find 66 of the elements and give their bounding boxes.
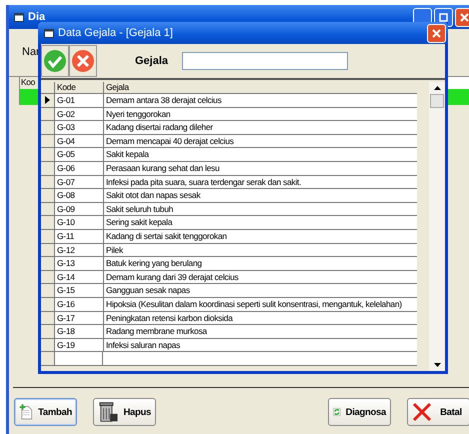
table-row[interactable]	[41, 352, 417, 366]
window-icon	[44, 28, 54, 38]
table-cell: Sakit otot dan napas sesak	[104, 189, 417, 202]
cancel-button[interactable]: Batal	[407, 398, 469, 426]
diagnose-button[interactable]: Diagnosa	[328, 398, 391, 426]
table-cell: G-03	[55, 121, 104, 134]
trash-icon	[98, 400, 118, 424]
close-button[interactable]	[455, 8, 469, 26]
table-cell: G-13	[55, 257, 104, 270]
table-cell: G-19	[55, 338, 104, 352]
table-cell: G-08	[55, 189, 104, 202]
cross-icon	[412, 402, 432, 422]
table-cell: Infeksi pada pita suara, suara terdengar serak dan sakit.	[104, 176, 417, 188]
scroll-thumb[interactable]	[430, 94, 444, 108]
table-cell: G-12	[55, 244, 104, 256]
scroll-down-icon	[434, 363, 440, 367]
table-cell: Perasaan kurang sehat dan lesu	[104, 162, 417, 175]
table-cell: Peningkatan retensi karbon dioksida	[104, 312, 417, 324]
table-cell: Kadang di sertai sakit tenggorokan	[104, 230, 417, 243]
table-cell: Radang membrane murkosa	[104, 325, 417, 338]
table-cell: Gangguan sesak napas	[104, 284, 417, 297]
table-cell: Demam antara 38 derajat celcius	[104, 94, 417, 107]
table-cell: Sakit kepala	[104, 148, 417, 161]
name-label: Nar	[22, 46, 41, 58]
table-cell: G-18	[55, 325, 104, 338]
table-cell: G-16	[55, 298, 104, 310]
add-button[interactable]: Tambah	[14, 398, 77, 426]
table-cell: G-04	[55, 134, 104, 148]
table-cell: G-15	[55, 284, 104, 297]
table-cell: Nyeri tenggorokan	[104, 108, 417, 120]
column-header: Kode	[55, 82, 104, 93]
table-cell: G-09	[55, 202, 104, 216]
table-cell: Hipoksia (Kesulitan dalam koordinasi seperti sulit konsentrasi, mengantuk, kelelahan)	[104, 298, 417, 310]
close-icon	[432, 28, 441, 38]
table-cell: G-06	[55, 162, 104, 175]
table-cell: G-10	[55, 216, 104, 229]
table-cell: Pilek	[104, 244, 417, 256]
table-cell: Demam mencapai 40 derajat celcius	[104, 134, 417, 148]
scrollbar[interactable]	[429, 82, 445, 371]
input-field[interactable]	[182, 52, 348, 70]
table-cell: Demam kurang dari 39 derajat celcius	[104, 270, 417, 284]
table-cell: G-11	[55, 230, 104, 243]
table-cell: Infeksi saluran napas	[104, 338, 417, 352]
table-cell: G-02	[55, 108, 104, 120]
window-title: Dia	[28, 11, 46, 23]
table-cell: Sakit seluruh tubuh	[104, 202, 417, 216]
table-cell: Batuk kering yang berulang	[104, 257, 417, 270]
table-cell: Kadang disertai radang dileher	[104, 121, 417, 134]
table-cell: G-07	[55, 176, 104, 188]
cancel-button[interactable]	[69, 45, 97, 77]
close-button[interactable]	[427, 24, 446, 42]
window-icon	[14, 12, 24, 22]
table-cell: G-05	[55, 148, 104, 161]
close-icon	[460, 12, 469, 22]
table-cell: G-14	[55, 270, 104, 284]
table-cell: Sering sakit kepala	[104, 216, 417, 229]
dialog-title: Data Gejala - [Gejala 1]	[58, 27, 173, 39]
check-icon	[43, 49, 67, 73]
table-cell: G-01	[55, 94, 104, 107]
delete-button[interactable]: Hapus	[93, 398, 156, 426]
ok-button[interactable]	[41, 45, 69, 77]
pointer-icon	[45, 96, 50, 104]
table-cell: G-17	[55, 312, 104, 324]
maximize-icon	[439, 12, 448, 22]
close-icon	[71, 49, 95, 73]
field-label: Gejala	[135, 55, 168, 67]
